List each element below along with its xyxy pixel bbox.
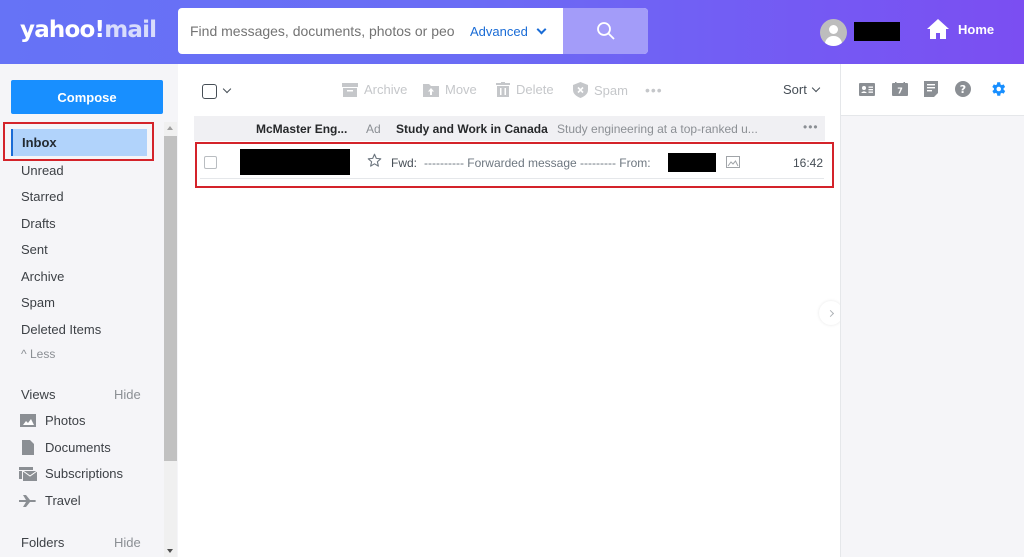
delete-label: Delete bbox=[516, 82, 554, 97]
star-icon[interactable] bbox=[367, 153, 382, 171]
document-icon bbox=[19, 440, 37, 455]
folders-hide-button[interactable]: Hide bbox=[114, 535, 141, 550]
home-button[interactable]: Home bbox=[926, 18, 994, 40]
chevron-right-icon bbox=[826, 309, 834, 317]
more-actions-button[interactable]: ••• bbox=[645, 82, 663, 98]
sidebar-item-unread[interactable]: Unread bbox=[21, 163, 64, 178]
svg-text:7: 7 bbox=[897, 87, 903, 96]
search-icon bbox=[596, 22, 615, 40]
sidebar: Compose Inbox Unread Starred Drafts Sent… bbox=[0, 64, 178, 557]
sidebar-item-deleted[interactable]: Deleted Items bbox=[21, 322, 101, 337]
ad-badge: Ad bbox=[366, 121, 381, 136]
spam-button[interactable]: Spam bbox=[573, 82, 628, 98]
folders-title: Folders bbox=[21, 535, 65, 550]
message-snippet: ---------- Forwarded message --------- F… bbox=[424, 156, 651, 170]
logo-mail-text: mail bbox=[104, 17, 157, 43]
scroll-up-arrow-icon[interactable] bbox=[167, 126, 173, 130]
views-title: Views bbox=[21, 387, 56, 402]
chevron-down-icon bbox=[811, 83, 821, 92]
message-toolbar: Archive Move Delete Spam ••• Sort bbox=[178, 64, 840, 116]
svg-text:?: ? bbox=[960, 83, 966, 96]
top-header: yahoo!mail Advanced Home bbox=[0, 0, 1024, 64]
advanced-search-button[interactable]: Advanced bbox=[458, 8, 563, 54]
sort-label: Sort bbox=[783, 82, 807, 97]
sidebar-item-starred[interactable]: Starred bbox=[21, 189, 64, 204]
message-row[interactable]: Fwd: ---------- Forwarded message ------… bbox=[200, 146, 824, 179]
from-redacted bbox=[668, 153, 716, 172]
archive-button[interactable]: Archive bbox=[342, 82, 407, 97]
chevron-down-icon bbox=[536, 24, 547, 34]
notepad-icon[interactable] bbox=[922, 80, 940, 98]
scroll-thumb[interactable] bbox=[164, 136, 177, 461]
view-label: Photos bbox=[45, 413, 86, 428]
compose-button[interactable]: Compose bbox=[11, 80, 163, 114]
archive-icon bbox=[342, 82, 358, 97]
plane-icon bbox=[19, 494, 37, 508]
move-button[interactable]: Move bbox=[423, 82, 477, 97]
chevron-up-icon: ^ bbox=[21, 347, 30, 361]
subscriptions-icon bbox=[19, 466, 37, 481]
search-bar: Advanced bbox=[178, 8, 648, 54]
settings-gear-icon[interactable] bbox=[989, 80, 1007, 98]
delete-button[interactable]: Delete bbox=[496, 82, 554, 97]
sidebar-scrollbar[interactable] bbox=[164, 122, 177, 557]
scroll-down-arrow-icon[interactable] bbox=[167, 549, 173, 553]
view-subscriptions[interactable]: Subscriptions bbox=[19, 466, 123, 481]
home-label: Home bbox=[958, 21, 995, 37]
move-icon bbox=[423, 83, 439, 97]
home-icon bbox=[927, 19, 949, 39]
calendar-icon[interactable]: 7 bbox=[891, 80, 909, 98]
archive-label: Archive bbox=[364, 82, 408, 97]
search-button[interactable] bbox=[563, 8, 648, 54]
select-options-chevron-icon[interactable] bbox=[222, 84, 232, 94]
spam-label: Spam bbox=[594, 82, 628, 98]
move-label: Move bbox=[445, 82, 477, 97]
sender-redacted bbox=[240, 149, 350, 175]
sidebar-item-archive[interactable]: Archive bbox=[21, 269, 64, 284]
view-label: Documents bbox=[45, 440, 111, 455]
app-toolbar: 7 ? bbox=[841, 64, 1024, 116]
username-redacted[interactable] bbox=[854, 22, 900, 41]
contacts-icon[interactable] bbox=[858, 80, 876, 98]
select-all-checkbox[interactable] bbox=[202, 84, 217, 99]
sidebar-item-inbox[interactable]: Inbox bbox=[11, 129, 147, 156]
sidebar-item-drafts[interactable]: Drafts bbox=[21, 216, 56, 231]
help-icon[interactable]: ? bbox=[954, 80, 972, 98]
image-attachment-icon bbox=[726, 156, 740, 171]
view-label: Travel bbox=[45, 493, 81, 508]
ad-more-button[interactable]: ••• bbox=[803, 120, 819, 134]
message-list-pane: Archive Move Delete Spam ••• Sort McMast… bbox=[178, 64, 840, 557]
logo-bang-text: ! bbox=[94, 17, 105, 43]
views-hide-button[interactable]: Hide bbox=[114, 387, 141, 402]
view-documents[interactable]: Documents bbox=[19, 440, 111, 455]
view-photos[interactable]: Photos bbox=[19, 413, 85, 428]
advanced-label: Advanced bbox=[470, 23, 528, 39]
less-label: Less bbox=[29, 347, 56, 361]
ad-subject: Study and Work in Canada bbox=[396, 121, 548, 136]
search-input[interactable] bbox=[178, 8, 458, 54]
avatar[interactable] bbox=[820, 19, 847, 46]
message-checkbox[interactable] bbox=[204, 156, 217, 169]
ad-message-row[interactable]: McMaster Eng... Ad Study and Work in Can… bbox=[194, 116, 825, 141]
ad-sender: McMaster Eng... bbox=[256, 121, 348, 136]
view-travel[interactable]: Travel bbox=[19, 493, 81, 508]
trash-icon bbox=[496, 82, 510, 97]
yahoo-mail-logo[interactable]: yahoo!mail bbox=[20, 17, 157, 43]
logo-yahoo-text: yahoo bbox=[20, 17, 95, 43]
sidebar-item-spam[interactable]: Spam bbox=[21, 295, 55, 310]
message-time: 16:42 bbox=[793, 156, 824, 170]
sidebar-item-sent[interactable]: Sent bbox=[21, 242, 48, 257]
message-subject: Fwd: bbox=[391, 156, 418, 170]
photo-icon bbox=[19, 414, 37, 428]
shield-icon bbox=[573, 82, 588, 98]
sort-button[interactable]: Sort bbox=[783, 82, 821, 97]
ad-snippet: Study engineering at a top-ranked u... bbox=[557, 121, 758, 136]
less-toggle[interactable]: ^ Less bbox=[21, 347, 55, 361]
right-panel: 7 ? bbox=[840, 64, 1024, 557]
view-label: Subscriptions bbox=[45, 466, 124, 481]
